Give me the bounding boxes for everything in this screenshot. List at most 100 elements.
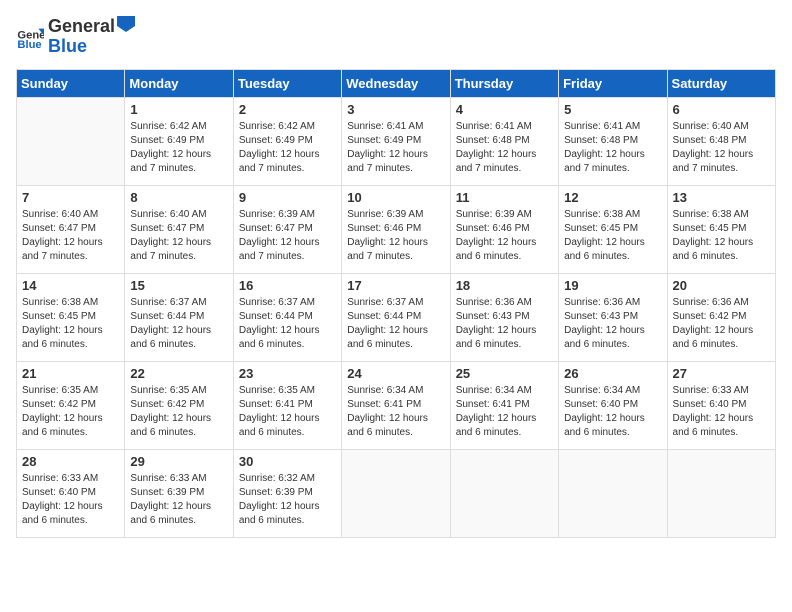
calendar-cell: 21 Sunrise: 6:35 AM Sunset: 6:42 PM Dayli… [17, 362, 125, 450]
day-info: Sunrise: 6:33 AM Sunset: 6:39 PM Dayligh… [130, 472, 227, 528]
calendar-cell: 2 Sunrise: 6:42 AM Sunset: 6:49 PM Daylig… [233, 98, 341, 186]
day-info: Sunrise: 6:33 AM Sunset: 6:40 PM Dayligh… [673, 384, 770, 440]
calendar-cell: 30 Sunrise: 6:32 AM Sunset: 6:39 PM Dayli… [233, 450, 341, 538]
calendar-cell: 6 Sunrise: 6:40 AM Sunset: 6:48 PM Daylig… [667, 98, 775, 186]
day-info: Sunrise: 6:33 AM Sunset: 6:40 PM Dayligh… [22, 472, 119, 528]
logo-icon: General Blue [16, 23, 44, 51]
logo-blue-text: Blue [48, 36, 87, 56]
calendar-cell: 19 Sunrise: 6:36 AM Sunset: 6:43 PM Dayli… [559, 274, 667, 362]
logo-flag [117, 16, 135, 36]
day-number: 16 [239, 278, 336, 293]
calendar-cell: 24Sunrise: 6:34 AM Sunset: 6:41 PM Dayli… [342, 362, 450, 450]
calendar-table: SundayMondayTuesdayWednesdayThursdayFrid… [16, 69, 776, 538]
day-number: 18 [456, 278, 553, 293]
calendar-cell: 7 Sunrise: 6:40 AM Sunset: 6:47 PM Daylig… [17, 186, 125, 274]
day-info: Sunrise: 6:36 AM Sunset: 6:43 PM Dayligh… [564, 296, 661, 352]
day-info: Sunrise: 6:32 AM Sunset: 6:39 PM Dayligh… [239, 472, 336, 528]
day-info: Sunrise: 6:42 AM Sunset: 6:49 PM Dayligh… [239, 120, 336, 176]
calendar-cell: 5Sunrise: 6:41 AM Sunset: 6:48 PM Daylig… [559, 98, 667, 186]
calendar-cell: 26 Sunrise: 6:34 AM Sunset: 6:40 PM Dayli… [559, 362, 667, 450]
day-number: 29 [130, 454, 227, 469]
day-info: Sunrise: 6:35 AM Sunset: 6:41 PM Dayligh… [239, 384, 336, 440]
day-info: Sunrise: 6:38 AM Sunset: 6:45 PM Dayligh… [564, 208, 661, 264]
day-number: 3 [347, 102, 444, 117]
day-info: Sunrise: 6:38 AM Sunset: 6:45 PM Dayligh… [673, 208, 770, 264]
day-number: 24 [347, 366, 444, 381]
day-info: Sunrise: 6:36 AM Sunset: 6:43 PM Dayligh… [456, 296, 553, 352]
week-row-5: 28Sunrise: 6:33 AM Sunset: 6:40 PM Dayli… [17, 450, 776, 538]
day-number: 4 [456, 102, 553, 117]
day-number: 14 [22, 278, 119, 293]
calendar-cell: 10 Sunrise: 6:39 AM Sunset: 6:46 PM Dayli… [342, 186, 450, 274]
day-number: 15 [130, 278, 227, 293]
day-info: Sunrise: 6:36 AM Sunset: 6:42 PM Dayligh… [673, 296, 770, 352]
day-number: 17 [347, 278, 444, 293]
calendar-cell: 14 Sunrise: 6:38 AM Sunset: 6:45 PM Dayli… [17, 274, 125, 362]
day-header-monday: Monday [125, 70, 233, 98]
day-number: 27 [673, 366, 770, 381]
day-number: 21 [22, 366, 119, 381]
day-header-wednesday: Wednesday [342, 70, 450, 98]
day-info: Sunrise: 6:42 AM Sunset: 6:49 PM Dayligh… [130, 120, 227, 176]
week-row-3: 14 Sunrise: 6:38 AM Sunset: 6:45 PM Dayli… [17, 274, 776, 362]
day-header-tuesday: Tuesday [233, 70, 341, 98]
week-row-1: 1 Sunrise: 6:42 AM Sunset: 6:49 PM Daylig… [17, 98, 776, 186]
day-info: Sunrise: 6:37 AM Sunset: 6:44 PM Dayligh… [239, 296, 336, 352]
day-info: Sunrise: 6:39 AM Sunset: 6:46 PM Dayligh… [347, 208, 444, 264]
calendar-cell [667, 450, 775, 538]
day-number: 26 [564, 366, 661, 381]
calendar-cell [17, 98, 125, 186]
logo-general-text: General [48, 16, 115, 36]
day-number: 7 [22, 190, 119, 205]
day-info: Sunrise: 6:34 AM Sunset: 6:40 PM Dayligh… [564, 384, 661, 440]
day-header-thursday: Thursday [450, 70, 558, 98]
calendar-cell: 4Sunrise: 6:41 AM Sunset: 6:48 PM Daylig… [450, 98, 558, 186]
day-number: 9 [239, 190, 336, 205]
calendar-cell: 13Sunrise: 6:38 AM Sunset: 6:45 PM Dayli… [667, 186, 775, 274]
calendar-cell: 16 Sunrise: 6:37 AM Sunset: 6:44 PM Dayli… [233, 274, 341, 362]
calendar-cell: 12 Sunrise: 6:38 AM Sunset: 6:45 PM Dayli… [559, 186, 667, 274]
calendar-cell [342, 450, 450, 538]
calendar-cell [450, 450, 558, 538]
calendar-cell: 11 Sunrise: 6:39 AM Sunset: 6:46 PM Dayli… [450, 186, 558, 274]
svg-text:Blue: Blue [17, 39, 41, 51]
days-header-row: SundayMondayTuesdayWednesdayThursdayFrid… [17, 70, 776, 98]
day-info: Sunrise: 6:40 AM Sunset: 6:47 PM Dayligh… [130, 208, 227, 264]
day-header-sunday: Sunday [17, 70, 125, 98]
day-number: 6 [673, 102, 770, 117]
day-number: 22 [130, 366, 227, 381]
calendar-cell: 29 Sunrise: 6:33 AM Sunset: 6:39 PM Dayli… [125, 450, 233, 538]
calendar-cell: 18 Sunrise: 6:36 AM Sunset: 6:43 PM Dayli… [450, 274, 558, 362]
day-header-saturday: Saturday [667, 70, 775, 98]
day-info: Sunrise: 6:39 AM Sunset: 6:46 PM Dayligh… [456, 208, 553, 264]
day-number: 25 [456, 366, 553, 381]
day-number: 1 [130, 102, 227, 117]
day-info: Sunrise: 6:37 AM Sunset: 6:44 PM Dayligh… [130, 296, 227, 352]
calendar-cell: 17 Sunrise: 6:37 AM Sunset: 6:44 PM Dayli… [342, 274, 450, 362]
week-row-2: 7 Sunrise: 6:40 AM Sunset: 6:47 PM Daylig… [17, 186, 776, 274]
day-number: 19 [564, 278, 661, 293]
day-info: Sunrise: 6:37 AM Sunset: 6:44 PM Dayligh… [347, 296, 444, 352]
header: General Blue General Blue [16, 16, 776, 57]
day-number: 12 [564, 190, 661, 205]
week-row-4: 21 Sunrise: 6:35 AM Sunset: 6:42 PM Dayli… [17, 362, 776, 450]
day-number: 23 [239, 366, 336, 381]
day-number: 10 [347, 190, 444, 205]
calendar-cell [559, 450, 667, 538]
day-info: Sunrise: 6:40 AM Sunset: 6:47 PM Dayligh… [22, 208, 119, 264]
day-info: Sunrise: 6:34 AM Sunset: 6:41 PM Dayligh… [456, 384, 553, 440]
day-info: Sunrise: 6:35 AM Sunset: 6:42 PM Dayligh… [22, 384, 119, 440]
day-number: 11 [456, 190, 553, 205]
calendar-cell: 20Sunrise: 6:36 AM Sunset: 6:42 PM Dayli… [667, 274, 775, 362]
day-number: 2 [239, 102, 336, 117]
calendar-cell: 3Sunrise: 6:41 AM Sunset: 6:49 PM Daylig… [342, 98, 450, 186]
day-info: Sunrise: 6:40 AM Sunset: 6:48 PM Dayligh… [673, 120, 770, 176]
day-info: Sunrise: 6:38 AM Sunset: 6:45 PM Dayligh… [22, 296, 119, 352]
calendar-cell: 1 Sunrise: 6:42 AM Sunset: 6:49 PM Daylig… [125, 98, 233, 186]
calendar-cell: 22Sunrise: 6:35 AM Sunset: 6:42 PM Dayli… [125, 362, 233, 450]
calendar-cell: 15 Sunrise: 6:37 AM Sunset: 6:44 PM Dayli… [125, 274, 233, 362]
calendar-cell: 25 Sunrise: 6:34 AM Sunset: 6:41 PM Dayli… [450, 362, 558, 450]
calendar-cell: 9Sunrise: 6:39 AM Sunset: 6:47 PM Daylig… [233, 186, 341, 274]
day-number: 30 [239, 454, 336, 469]
day-number: 5 [564, 102, 661, 117]
